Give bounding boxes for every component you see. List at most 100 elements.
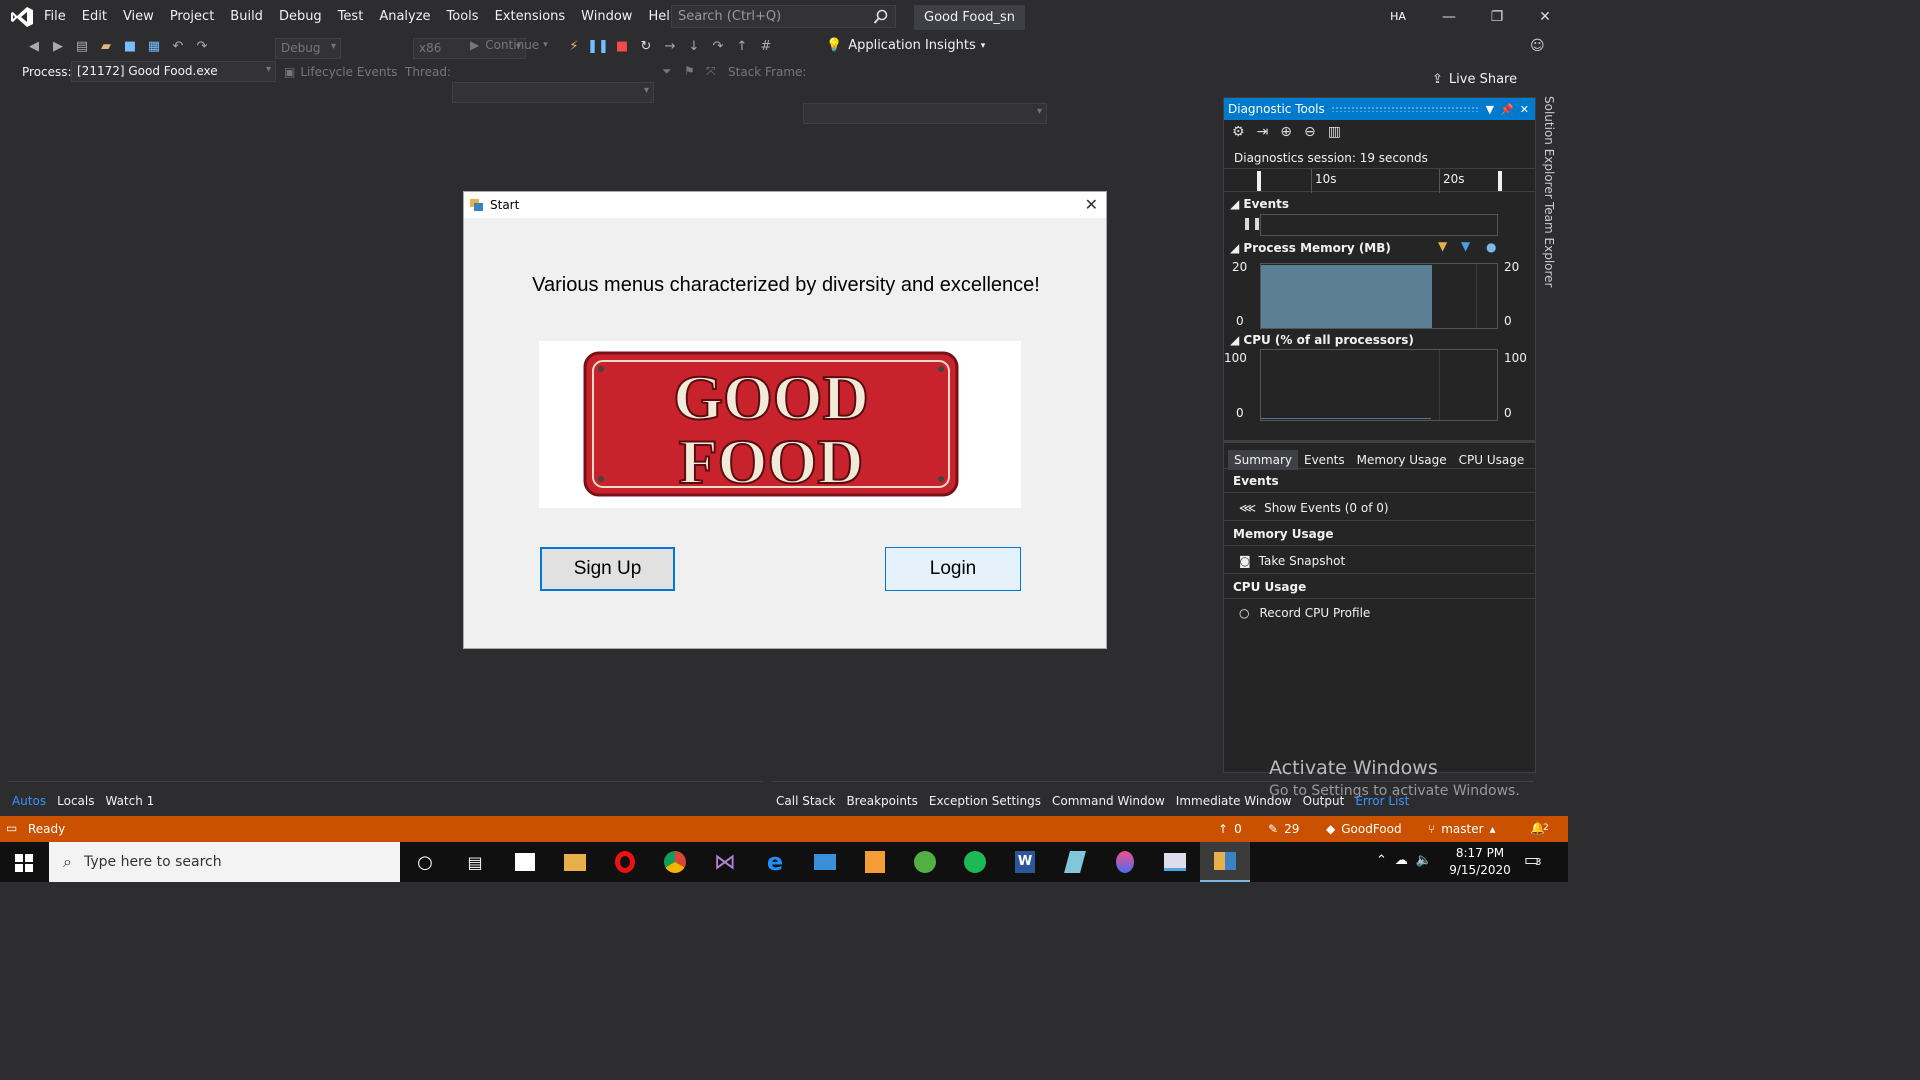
collapse-icon[interactable]: ⤧ — [706, 64, 716, 79]
tab-immediate-window[interactable]: Immediate Window — [1176, 794, 1292, 808]
navigate-forward-icon[interactable]: ▶ — [49, 37, 67, 55]
events-track-header[interactable]: ◢ Events — [1230, 197, 1289, 211]
tab-events[interactable]: Events — [1298, 450, 1351, 470]
taskbar-search-box[interactable]: ⌕ Type here to search — [49, 842, 400, 882]
step-out-icon[interactable]: ↑ — [733, 37, 751, 55]
settings-gear-icon[interactable]: ⚙ — [1232, 124, 1245, 140]
tab-breakpoints[interactable]: Breakpoints — [846, 794, 917, 808]
repository-indicator[interactable]: ◆ GoodFood — [1326, 822, 1402, 836]
menu-tools[interactable]: Tools — [439, 0, 487, 34]
feedback-icon[interactable]: ☺ — [1530, 38, 1545, 54]
show-events-link[interactable]: ⋘ Show Events (0 of 0) — [1239, 501, 1389, 515]
login-button[interactable]: Login — [885, 547, 1021, 591]
menu-file[interactable]: File — [36, 0, 74, 34]
zoom-out-icon[interactable]: ⊖ — [1304, 124, 1316, 140]
volume-icon[interactable]: 🔈 — [1416, 853, 1432, 868]
restore-icon[interactable]: ❐ — [1474, 0, 1520, 34]
redo-icon[interactable]: ↷ — [193, 37, 211, 55]
menu-analyze[interactable]: Analyze — [371, 0, 438, 34]
search-input[interactable]: Search (Ctrl+Q) — [671, 5, 896, 28]
new-project-icon[interactable]: ▤ — [73, 37, 91, 55]
chrome-icon[interactable] — [650, 842, 700, 882]
opera-icon[interactable] — [600, 842, 650, 882]
file-explorer-icon[interactable] — [550, 842, 600, 882]
stack-frame-dropdown[interactable] — [803, 103, 1047, 124]
step-into-icon[interactable]: ↓ — [685, 37, 703, 55]
tray-overflow-icon[interactable]: ⌃ — [1376, 853, 1387, 868]
process-memory-header[interactable]: ◢ Process Memory (MB) — [1230, 241, 1391, 255]
cpu-header[interactable]: ◢ CPU (% of all processors) — [1230, 333, 1414, 347]
branch-indicator[interactable]: ⑂ master ▴ — [1428, 822, 1496, 836]
panel-close-icon[interactable]: ✕ — [1520, 103, 1529, 116]
break-all-icon[interactable]: ❚❚ — [587, 37, 609, 55]
notepad-open-icon[interactable] — [1150, 842, 1200, 882]
store-icon[interactable] — [500, 842, 550, 882]
save-all-icon[interactable]: ▦ — [145, 37, 163, 55]
continue-button[interactable]: ▶ Continue ▾ — [470, 38, 548, 52]
export-icon[interactable]: ⇥ — [1257, 124, 1269, 140]
sublime-text-icon[interactable] — [850, 842, 900, 882]
thread-dropdown[interactable] — [452, 82, 654, 103]
menu-test[interactable]: Test — [330, 0, 372, 34]
edge-icon[interactable]: e — [750, 842, 800, 882]
process-dropdown[interactable]: [21172] Good Food.exe — [71, 61, 276, 82]
undo-icon[interactable]: ↶ — [169, 37, 187, 55]
record-cpu-profile-button[interactable]: ○ Record CPU Profile — [1239, 606, 1370, 620]
account-avatar[interactable]: HA — [1385, 6, 1411, 28]
good-food-app-taskbar-icon[interactable] — [1200, 842, 1250, 882]
menu-build[interactable]: Build — [222, 0, 271, 34]
utorrent-icon[interactable] — [900, 842, 950, 882]
windows-start-icon[interactable] — [15, 854, 33, 872]
window-position-icon[interactable]: ▼ — [1486, 103, 1494, 116]
team-explorer-tab[interactable]: Team Explorer — [1542, 202, 1556, 288]
flag-icon[interactable]: ⚑ — [684, 64, 695, 78]
menu-debug[interactable]: Debug — [271, 0, 330, 34]
tab-command-window[interactable]: Command Window — [1052, 794, 1165, 808]
configuration-dropdown[interactable]: Debug — [275, 38, 341, 59]
solution-explorer-tab[interactable]: Solution Explorer — [1542, 96, 1556, 199]
timeline-end-handle[interactable] — [1498, 171, 1502, 191]
spotify-icon[interactable] — [950, 842, 1000, 882]
taskbar-clock[interactable]: 8:17 PM 9/15/2020 — [1444, 845, 1516, 879]
timeline-start-handle[interactable] — [1257, 171, 1261, 191]
menu-edit[interactable]: Edit — [74, 0, 115, 34]
step-over-icon[interactable]: ↷ — [709, 37, 727, 55]
notepad-icon[interactable] — [1050, 842, 1100, 882]
tab-call-stack[interactable]: Call Stack — [776, 794, 835, 808]
task-view-icon[interactable]: ▤ — [450, 842, 500, 882]
dialog-close-icon[interactable]: ✕ — [1085, 195, 1098, 214]
filter-icon[interactable]: ⏷ — [662, 64, 672, 79]
menu-window[interactable]: Window — [573, 0, 640, 34]
tab-autos[interactable]: Autos — [12, 794, 46, 808]
tab-summary[interactable]: Summary — [1228, 450, 1298, 470]
cortana-icon[interactable]: ○ — [400, 842, 450, 882]
reset-view-icon[interactable]: ▥ — [1328, 124, 1341, 140]
publish-indicator[interactable]: ↑ 0 — [1218, 822, 1242, 836]
zoom-in-icon[interactable]: ⊕ — [1280, 124, 1292, 140]
close-icon[interactable]: ✕ — [1522, 0, 1568, 34]
tab-cpu-usage[interactable]: CPU Usage — [1453, 450, 1531, 470]
application-insights-button[interactable]: 💡 Application Insights ▾ — [826, 38, 985, 53]
timeline-ruler[interactable]: 10s 20s — [1224, 168, 1535, 193]
stop-debugging-icon[interactable]: ■ — [613, 37, 631, 55]
pin-icon[interactable]: 📌 — [1500, 103, 1514, 116]
action-center-icon[interactable]: ▭3 — [1524, 850, 1542, 869]
word-icon[interactable]: W — [1000, 842, 1050, 882]
tab-error-list[interactable]: Error List — [1355, 794, 1409, 808]
changes-indicator[interactable]: ✎ 29 — [1268, 822, 1299, 836]
paint-3d-icon[interactable] — [1100, 842, 1150, 882]
restart-icon[interactable]: ↻ — [637, 37, 655, 55]
save-icon[interactable]: ■ — [121, 37, 139, 55]
menu-view[interactable]: View — [115, 0, 162, 34]
mail-icon[interactable] — [800, 842, 850, 882]
sign-up-button[interactable]: Sign Up — [540, 547, 675, 591]
show-next-statement-icon[interactable]: → — [661, 37, 679, 55]
notifications-indicator[interactable]: 🔔 2 — [1530, 821, 1549, 835]
tab-locals[interactable]: Locals — [57, 794, 94, 808]
tab-watch-1[interactable]: Watch 1 — [105, 794, 154, 808]
navigate-back-icon[interactable]: ◀ — [25, 37, 43, 55]
tab-memory-usage[interactable]: Memory Usage — [1351, 450, 1453, 470]
tab-exception-settings[interactable]: Exception Settings — [929, 794, 1041, 808]
menu-extensions[interactable]: Extensions — [487, 0, 574, 34]
tab-output[interactable]: Output — [1303, 794, 1345, 808]
